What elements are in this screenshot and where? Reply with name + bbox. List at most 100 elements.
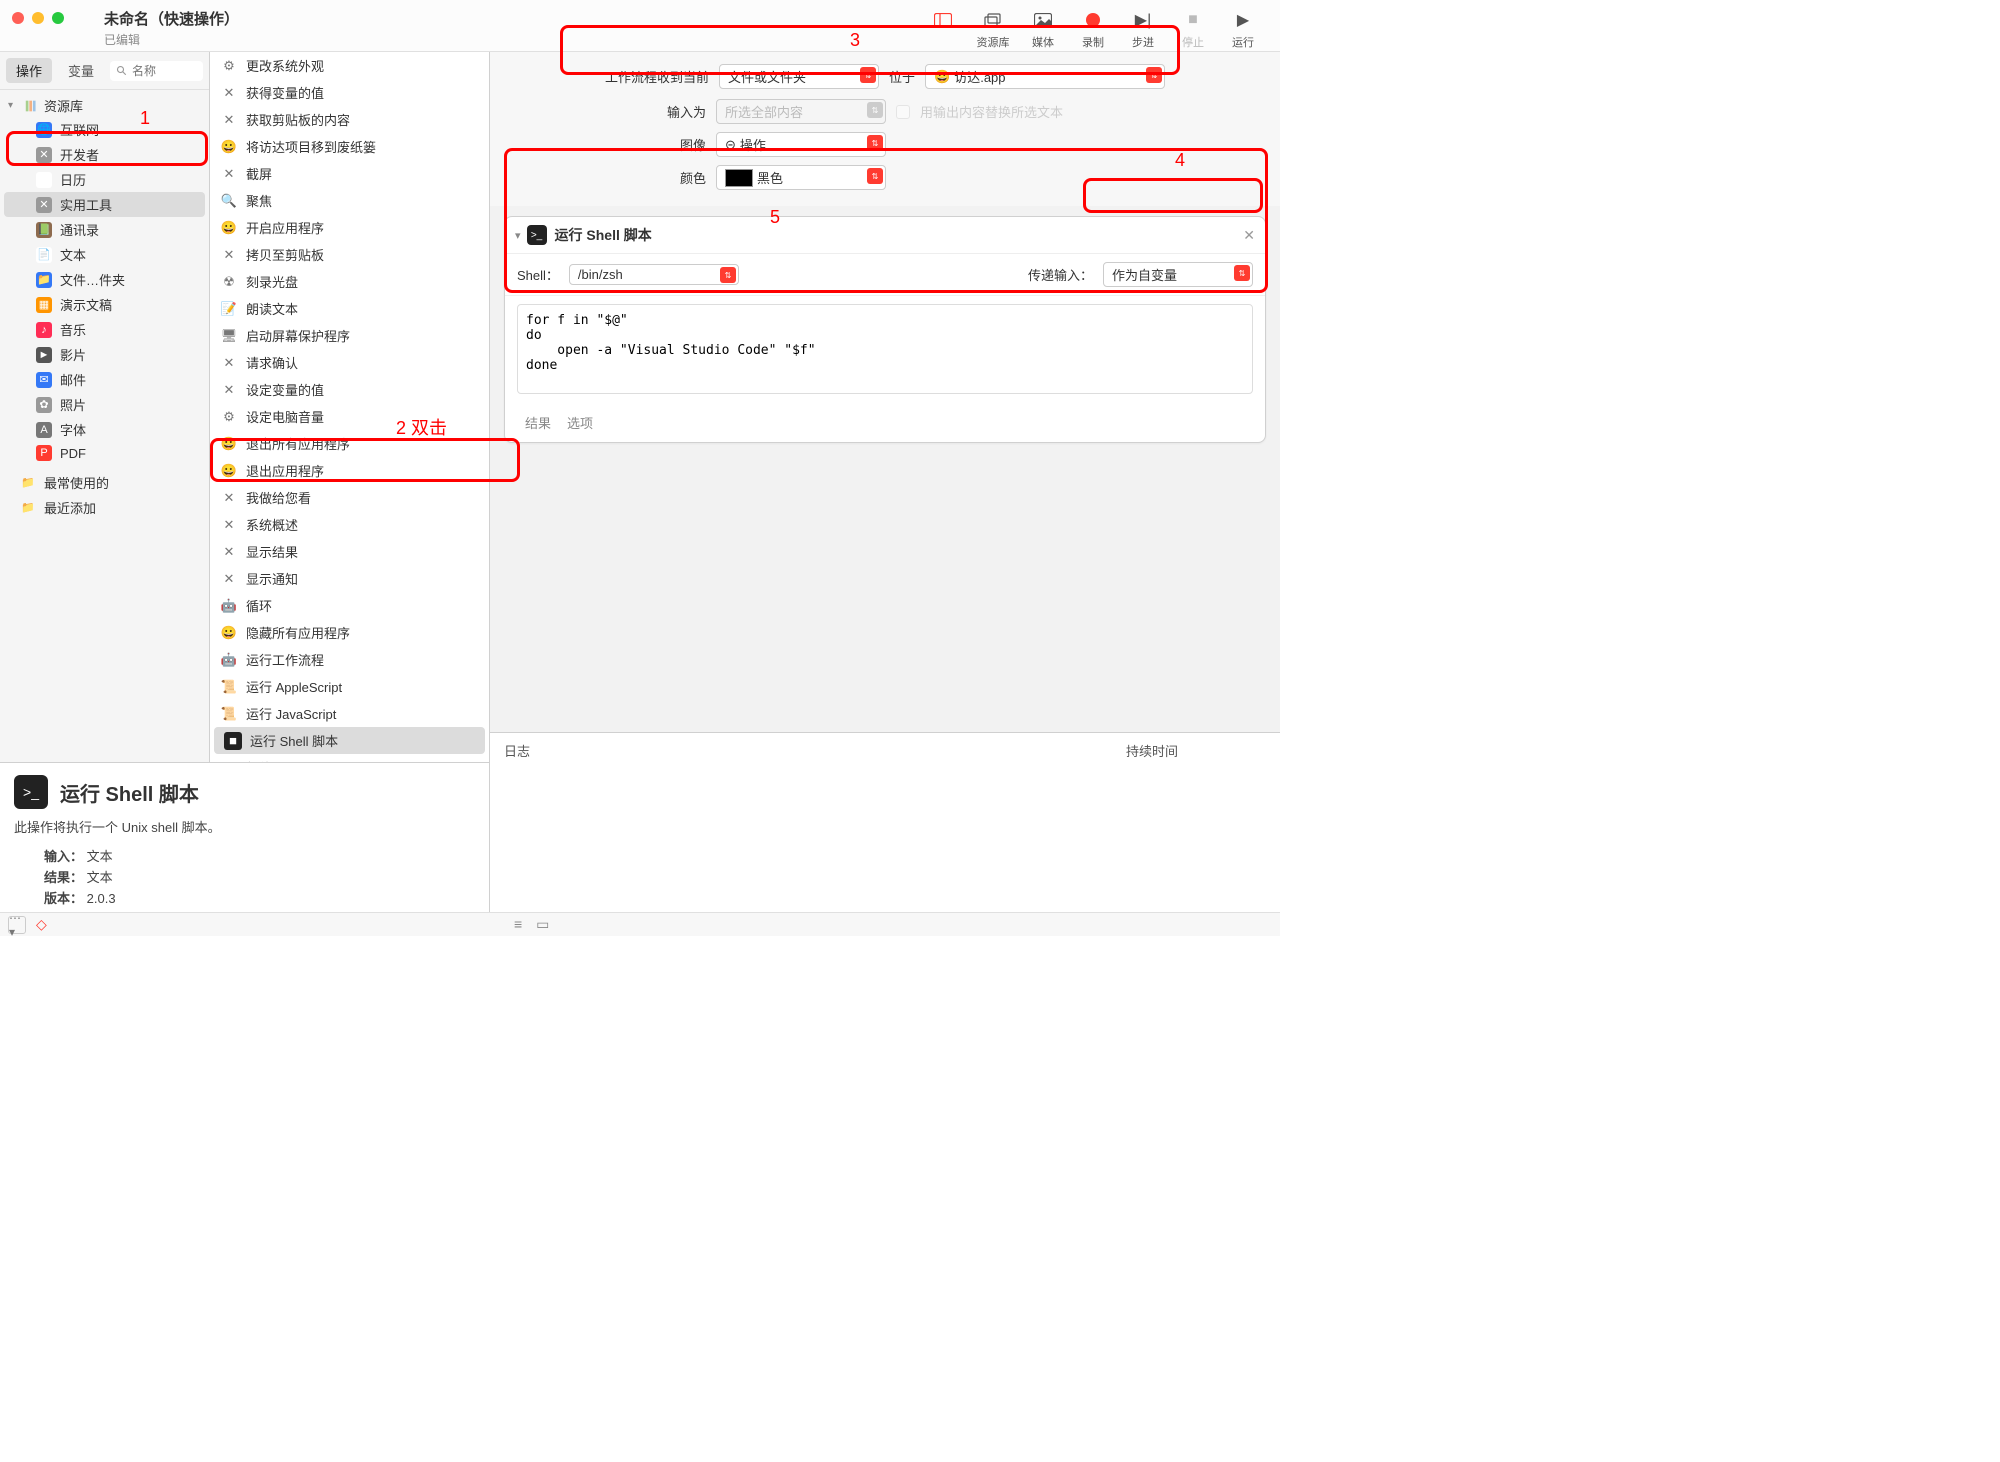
sidebar-item-10[interactable]: ✉邮件 <box>4 367 205 392</box>
shell-config: Shell： /bin/zsh ⇅ 传递输入： 作为自变量 ⇅ <box>505 254 1265 296</box>
action-item-7[interactable]: ✕拷贝至剪贴板 <box>210 241 489 268</box>
more-button[interactable]: ⋯▾ <box>8 916 26 934</box>
action-item-5[interactable]: 🔍聚焦 <box>210 187 489 214</box>
sidebar-item-0[interactable]: 🌐互联网 <box>4 117 205 142</box>
sidebar-section-label: 最近添加 <box>44 498 96 517</box>
action-label: 聚焦 <box>246 191 272 210</box>
action-item-21[interactable]: 😀隐藏所有应用程序 <box>210 619 489 646</box>
color-select[interactable]: 黑色 ⇅ <box>716 165 886 190</box>
image-select[interactable]: ⊝ 操作 ⇅ <box>716 132 886 157</box>
library-folder-icon <box>24 98 40 114</box>
shell-script-textarea[interactable] <box>517 304 1253 394</box>
minimize-window-button[interactable] <box>32 12 44 24</box>
sidebar-item-1[interactable]: ✕开发者 <box>4 142 205 167</box>
sidebar-item-11[interactable]: ✿照片 <box>4 392 205 417</box>
sidebar-item-6[interactable]: 📁文件…件夹 <box>4 267 205 292</box>
action-icon: ☢ <box>220 273 238 291</box>
action-label: 设定变量的值 <box>246 380 324 399</box>
sidebar-item-7[interactable]: ▦演示文稿 <box>4 292 205 317</box>
action-item-0[interactable]: ⚙更改系统外观 <box>210 52 489 79</box>
tab-actions[interactable]: 操作 <box>6 58 52 83</box>
toggle-sidebar-button[interactable] <box>918 10 968 46</box>
located-select[interactable]: 😀 访达.app ⇅ <box>925 64 1165 89</box>
shell-action-card: ▾ >_ 运行 Shell 脚本 ✕ Shell： /bin/zsh ⇅ 传递输… <box>504 216 1266 443</box>
close-icon[interactable]: ✕ <box>1243 227 1255 244</box>
action-item-14[interactable]: 😀退出所有应用程序 <box>210 430 489 457</box>
action-item-4[interactable]: ✕截屏 <box>210 160 489 187</box>
action-icon: 🤖 <box>220 597 238 615</box>
tree-root-library[interactable]: ▾ 资源库 <box>0 94 209 117</box>
tab-variables[interactable]: 变量 <box>58 58 104 83</box>
action-item-22[interactable]: 🤖运行工作流程 <box>210 646 489 673</box>
sidebar-item-label: 实用工具 <box>60 195 112 214</box>
action-item-2[interactable]: ✕获取剪贴板的内容 <box>210 106 489 133</box>
sidebar-section-1[interactable]: 📁最近添加 <box>0 495 209 520</box>
action-item-20[interactable]: 🤖循环 <box>210 592 489 619</box>
action-item-18[interactable]: ✕显示结果 <box>210 538 489 565</box>
flow-view-icon[interactable]: ▭ <box>536 916 549 933</box>
tree-root-label: 资源库 <box>44 96 83 115</box>
shell-select[interactable]: /bin/zsh ⇅ <box>569 264 739 285</box>
action-label: 拷贝至剪贴板 <box>246 245 324 264</box>
media-button[interactable]: 媒体 <box>1018 10 1068 50</box>
options-tab[interactable]: 选项 <box>567 413 593 432</box>
action-icon: ✕ <box>220 165 238 183</box>
action-icon: 📝 <box>220 300 238 318</box>
action-item-19[interactable]: ✕显示通知 <box>210 565 489 592</box>
sidebar-item-5[interactable]: 📄文本 <box>4 242 205 267</box>
action-item-3[interactable]: 😀将访达项目移到废纸篓 <box>210 133 489 160</box>
close-window-button[interactable] <box>12 12 24 24</box>
action-item-23[interactable]: 📜运行 AppleScript <box>210 673 489 700</box>
sidebar-item-8[interactable]: ♪音乐 <box>4 317 205 342</box>
window-subtitle: 已编辑 <box>104 31 239 48</box>
action-item-9[interactable]: 📝朗读文本 <box>210 295 489 322</box>
action-label: 显示结果 <box>246 542 298 561</box>
fullscreen-window-button[interactable] <box>52 12 64 24</box>
info-description: 此操作将执行一个 Unix shell 脚本。 <box>14 817 475 836</box>
receives-select[interactable]: 文件或文件夹 ⇅ <box>719 64 879 89</box>
results-tab[interactable]: 结果 <box>525 413 551 432</box>
sidebar-item-2[interactable]: 17日历 <box>4 167 205 192</box>
action-item-1[interactable]: ✕获得变量的值 <box>210 79 489 106</box>
category-icon: ► <box>36 347 52 363</box>
record-button[interactable]: 录制 <box>1068 10 1118 50</box>
action-item-16[interactable]: ✕我做给您看 <box>210 484 489 511</box>
sidebar-item-4[interactable]: 📗通讯录 <box>4 217 205 242</box>
action-label: 运行 JavaScript <box>246 704 336 723</box>
run-button[interactable]: ▶ 运行 <box>1218 10 1268 50</box>
shell-head[interactable]: ▾ >_ 运行 Shell 脚本 ✕ <box>505 217 1265 254</box>
action-item-24[interactable]: 📜 运行 JavaScript <box>210 700 489 727</box>
action-icon: ✕ <box>220 111 238 129</box>
action-item-17[interactable]: ✕系统概述 <box>210 511 489 538</box>
action-item-8[interactable]: ☢刻录光盘 <box>210 268 489 295</box>
workflow-panel: 工作流程收到当前 文件或文件夹 ⇅ 位于 😀 访达.app ⇅ 输入为 所选全部… <box>490 52 1280 912</box>
action-item-11[interactable]: ✕请求确认 <box>210 349 489 376</box>
chevron-icon: ⇅ <box>867 168 883 184</box>
bookmark-icon[interactable]: ◇ <box>36 916 47 933</box>
library-button[interactable]: 资源库 <box>968 10 1018 50</box>
pass-input-label: 传递输入： <box>1028 265 1093 284</box>
action-label: 获得变量的值 <box>246 83 324 102</box>
sidebar-section-0[interactable]: 📁最常使用的 <box>0 470 209 495</box>
sidebar-item-3[interactable]: ✕实用工具 <box>4 192 205 217</box>
color-swatch <box>725 169 753 187</box>
step-button[interactable]: ▶| 步进 <box>1118 10 1168 50</box>
action-icon: ■ <box>224 732 242 750</box>
chevron-icon: ⇅ <box>867 102 883 118</box>
sidebar-item-12[interactable]: A字体 <box>4 417 205 442</box>
info-panel: >_ 运行 Shell 脚本 此操作将执行一个 Unix shell 脚本。 输… <box>0 762 490 912</box>
action-item-15[interactable]: 😀退出应用程序 <box>210 457 489 484</box>
list-view-icon[interactable]: ≡ <box>514 916 522 932</box>
action-icon: 📜 <box>220 705 238 723</box>
pass-input-select[interactable]: 作为自变量 ⇅ <box>1103 262 1253 287</box>
action-item-13[interactable]: ⚙设定电脑音量 <box>210 403 489 430</box>
sidebar-item-13[interactable]: PPDF <box>4 442 205 464</box>
action-item-12[interactable]: ✕设定变量的值 <box>210 376 489 403</box>
sidebar-item-9[interactable]: ►影片 <box>4 342 205 367</box>
action-item-6[interactable]: 😀开启应用程序 <box>210 214 489 241</box>
category-icon: ▦ <box>36 297 52 313</box>
stop-button[interactable]: ■ 停止 <box>1168 10 1218 50</box>
action-item-25[interactable]: ■运行 Shell 脚本 <box>214 727 485 754</box>
replace-checkbox <box>896 105 910 119</box>
action-item-10[interactable]: 🖥启动屏幕保护程序 <box>210 322 489 349</box>
